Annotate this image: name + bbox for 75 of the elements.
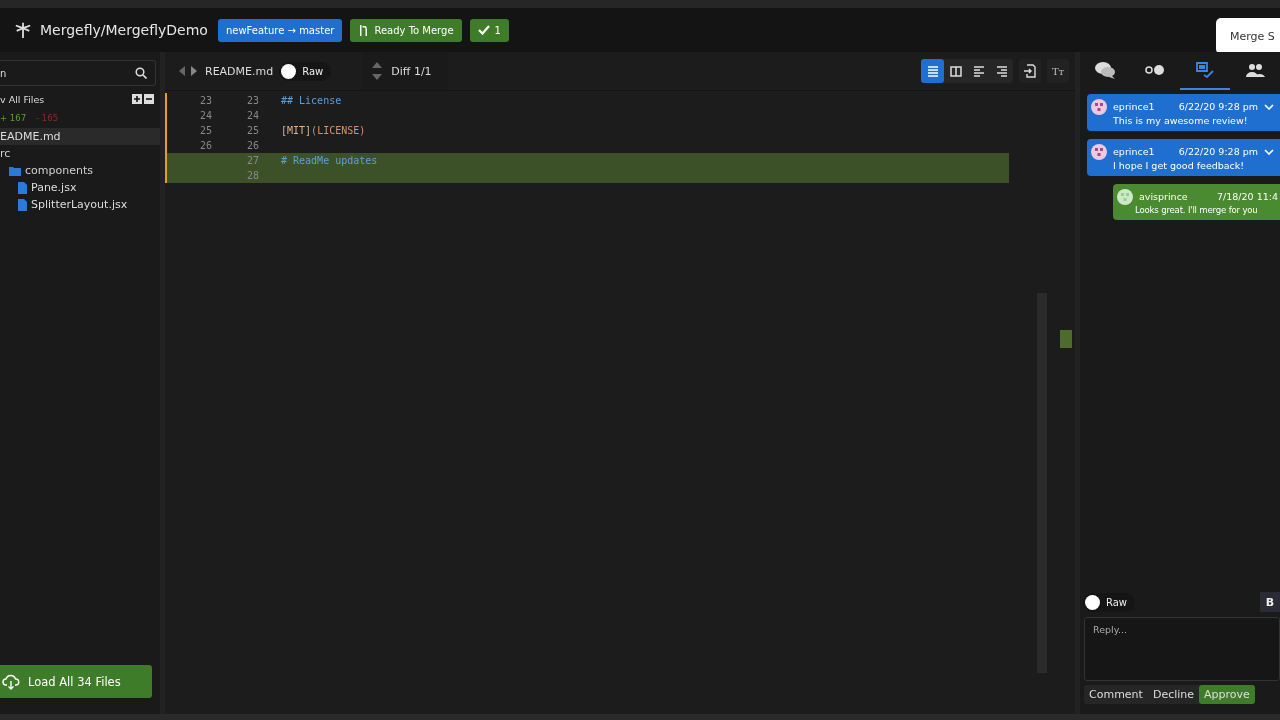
chevron-down-icon[interactable] <box>1264 148 1274 155</box>
comment-time: 7/18/20 11:4 <box>1217 191 1278 202</box>
comment-author: eprince1 <box>1113 101 1155 112</box>
merge-status-button[interactable]: Ready To Merge <box>350 18 462 42</box>
reply-field[interactable]: Reply... <box>1084 617 1280 681</box>
raw-toggle[interactable]: Raw <box>1083 592 1136 612</box>
file-item[interactable]: EADME.md <box>0 128 160 145</box>
file-item[interactable]: Pane.jsx <box>0 179 160 196</box>
file-icon <box>18 181 27 194</box>
bold-button[interactable]: B <box>1260 592 1280 612</box>
collapse-all-icon[interactable] <box>144 94 154 104</box>
comment-time: 6/22/20 9:28 pm <box>1178 146 1258 157</box>
avatar-icon <box>1091 98 1107 115</box>
review-action-button[interactable]: Decline <box>1147 685 1200 704</box>
line-number: 26 <box>245 140 259 151</box>
lines-icon <box>926 65 939 77</box>
view-all-files-link[interactable]: v All Files <box>0 93 45 105</box>
comment-author: avisprince <box>1139 191 1188 202</box>
line-number: 24 <box>198 110 212 121</box>
expand-all-icon[interactable] <box>132 94 142 104</box>
people-icon <box>1245 63 1265 77</box>
chevron-down-icon[interactable] <box>1264 103 1274 110</box>
diff-counter: Diff 1/1 <box>391 64 432 78</box>
line-number: 23 <box>245 95 259 106</box>
chat-icon <box>1094 61 1116 79</box>
code-line: ## License <box>281 95 342 106</box>
comment-author: eprince1 <box>1113 146 1155 157</box>
next-file-icon[interactable] <box>191 66 197 76</box>
cloud-download-icon <box>2 673 20 690</box>
comment-text: I hope I get good feedback! <box>1112 160 1246 171</box>
file-name: README.md <box>205 64 274 78</box>
review-action-button[interactable]: Comment <box>1084 685 1148 704</box>
columns-icon <box>949 65 962 77</box>
dots-icon <box>1145 65 1165 75</box>
lines-icon <box>995 65 1008 77</box>
folder-item[interactable]: rc <box>0 145 160 162</box>
check-icon <box>477 25 490 35</box>
raw-toggle[interactable]: Raw <box>279 61 332 81</box>
folder-item[interactable]: components <box>0 162 160 179</box>
search-field[interactable]: n <box>0 60 156 86</box>
load-all-files-button[interactable]: Load All 34 Files <box>0 665 152 698</box>
line-number: 25 <box>198 125 212 136</box>
approvals-button[interactable]: 1 <box>469 18 509 42</box>
font-size-button[interactable]: Tт <box>1047 59 1069 83</box>
avatar-icon <box>1091 143 1107 160</box>
line-number: 25 <box>245 125 259 136</box>
avatar-icon <box>1117 188 1133 205</box>
line-number: 28 <box>245 170 259 181</box>
code-line: # ReadMe updates <box>281 155 378 166</box>
previous-file-icon[interactable] <box>179 66 185 76</box>
added-count: + 167 <box>0 113 27 123</box>
comment-time: 6/22/20 9:28 pm <box>1178 101 1258 112</box>
branch-badge: newFeature → master <box>217 18 343 42</box>
review-action-button[interactable]: Approve <box>1199 685 1255 704</box>
code-line: [MIT](LICENSE) <box>281 125 366 136</box>
line-number: 27 <box>245 155 259 166</box>
file-icon <box>18 198 27 211</box>
comment-text: Looks great. I'll merge for you <box>1134 205 1259 215</box>
pull-request-icon <box>358 23 370 37</box>
diff-navigation-icon[interactable] <box>371 61 384 81</box>
comment-text: This is my awesome review! <box>1112 115 1249 126</box>
line-number: 24 <box>245 110 259 121</box>
view-mode-button[interactable] <box>921 59 944 83</box>
lines-icon <box>972 65 985 77</box>
file-arrow-icon <box>1024 64 1036 78</box>
file-item[interactable]: SplitterLayout.jsx <box>0 196 160 213</box>
merge-popup[interactable]: Merge S <box>1216 18 1280 54</box>
checklist-icon <box>1196 62 1214 78</box>
line-number: 23 <box>198 95 212 106</box>
repo-title: Mergefly/MergeflyDemo <box>40 22 208 38</box>
line-number: 26 <box>198 140 212 151</box>
removed-count: - 165 <box>36 113 59 123</box>
search-icon <box>135 67 147 79</box>
folder-icon <box>9 165 21 176</box>
import-file-button[interactable] <box>1019 59 1041 83</box>
